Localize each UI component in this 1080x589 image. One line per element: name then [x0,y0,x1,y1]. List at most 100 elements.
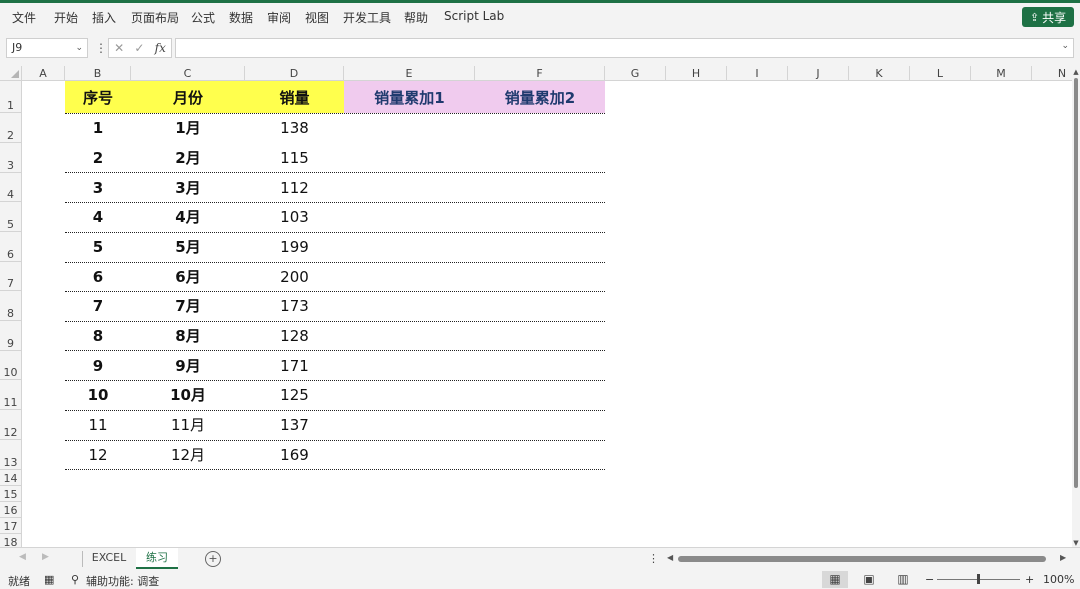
cell-seq[interactable]: 4 [65,202,131,231]
cell-sales[interactable]: 200 [245,262,344,291]
vertical-scrollbar[interactable]: ▲ ▼ [1072,66,1080,547]
row-header[interactable]: 12 [0,410,22,440]
zoom-in-button[interactable]: + [1025,573,1034,586]
cell-month[interactable]: 1月 [131,113,245,142]
cell-sales[interactable]: 173 [245,291,344,320]
column-header-n[interactable]: N [1032,66,1072,81]
menu-insert[interactable]: 插入 [92,9,116,26]
column-header-j[interactable]: J [788,66,849,81]
row-header[interactable]: 8 [0,291,22,321]
zoom-level[interactable]: 100% [1043,573,1074,586]
prev-sheet-icon[interactable]: ◀ [19,552,26,562]
menu-review[interactable]: 审阅 [267,9,291,26]
row-header[interactable]: 9 [0,321,22,351]
normal-view-icon[interactable]: ▦ [822,571,848,588]
cell-month[interactable]: 5月 [131,232,245,261]
horizontal-scroll-thumb[interactable] [678,556,1046,562]
column-header-h[interactable]: H [666,66,727,81]
scroll-right-icon[interactable]: ▶ [1060,553,1066,562]
cell-sales[interactable]: 169 [245,440,344,469]
add-sheet-icon[interactable]: + [205,551,221,567]
row-header[interactable]: 14 [0,470,22,486]
cell-sales[interactable]: 199 [245,232,344,261]
row-header[interactable]: 6 [0,232,22,262]
share-button[interactable]: ⇪ 共享 [1022,7,1074,27]
row-header[interactable]: 15 [0,486,22,502]
column-header-i[interactable]: I [727,66,788,81]
menu-developer[interactable]: 开发工具 [343,9,391,26]
cell-sales[interactable]: 112 [245,173,344,202]
column-header-a[interactable]: A [22,66,65,81]
cell-sales[interactable]: 115 [245,143,344,172]
column-header-k[interactable]: K [849,66,910,81]
row-header[interactable]: 1 [0,81,22,113]
cell-sales[interactable]: 125 [245,380,344,409]
confirm-icon[interactable]: ✓ [134,41,144,55]
cell-month[interactable]: 3月 [131,173,245,202]
next-sheet-icon[interactable]: ▶ [42,552,49,562]
column-header-f[interactable]: F [475,66,605,81]
row-header[interactable]: 16 [0,502,22,518]
more-options-icon[interactable]: ⋮ [95,41,107,55]
cell-seq[interactable]: 10 [65,380,131,409]
row-header[interactable]: 18 [0,534,22,547]
row-header[interactable]: 10 [0,351,22,380]
column-header-g[interactable]: G [605,66,666,81]
more-options-icon[interactable]: ⋮ [648,552,659,565]
menu-home[interactable]: 开始 [54,9,78,26]
column-header-m[interactable]: M [971,66,1032,81]
row-header[interactable]: 2 [0,113,22,143]
row-header[interactable]: 11 [0,380,22,410]
formula-input[interactable]: ⌄ [175,38,1074,58]
cell-seq[interactable]: 8 [65,321,131,350]
cell-seq[interactable]: 12 [65,440,131,469]
row-header[interactable]: 3 [0,143,22,173]
vertical-scroll-thumb[interactable] [1074,78,1078,488]
menu-script-lab[interactable]: Script Lab [444,9,504,23]
cell-sales[interactable]: 138 [245,113,344,142]
column-header-e[interactable]: E [344,66,475,81]
header-cell-seq[interactable]: 序号 [65,81,131,113]
cell-seq[interactable]: 3 [65,173,131,202]
cell-month[interactable]: 10月 [131,380,245,409]
row-header[interactable]: 17 [0,518,22,534]
cell-seq[interactable]: 9 [65,351,131,380]
cell-month[interactable]: 7月 [131,291,245,320]
menu-file[interactable]: 文件 [12,9,36,26]
cell-sales[interactable]: 128 [245,321,344,350]
page-break-view-icon[interactable]: ▥ [890,571,916,588]
row-header[interactable]: 4 [0,173,22,202]
header-cell-month[interactable]: 月份 [131,81,245,113]
column-header-b[interactable]: B [65,66,131,81]
column-header-c[interactable]: C [131,66,245,81]
column-header-d[interactable]: D [245,66,344,81]
column-header-l[interactable]: L [910,66,971,81]
name-box[interactable]: J9 ⌄ [6,38,88,58]
cell-month[interactable]: 8月 [131,321,245,350]
insert-function-icon[interactable]: fx [155,41,166,55]
row-header[interactable]: 13 [0,440,22,470]
chevron-down-icon[interactable]: ⌄ [75,39,83,57]
menu-page-layout[interactable]: 页面布局 [131,9,179,26]
scroll-left-icon[interactable]: ◀ [667,553,673,562]
header-cell-sales[interactable]: 销量 [245,81,344,113]
worksheet-grid[interactable]: A B C D E F G H I J K L M N 1 2 3 4 5 6 … [0,66,1072,547]
cell-seq[interactable]: 2 [65,143,131,172]
menu-view[interactable]: 视图 [305,9,329,26]
cell-seq[interactable]: 5 [65,232,131,261]
cell-month[interactable]: 9月 [131,351,245,380]
expand-formula-icon[interactable]: ⌄ [1061,41,1069,51]
select-all-corner[interactable] [0,66,22,81]
scroll-down-icon[interactable]: ▼ [1072,539,1080,547]
cell-month[interactable]: 4月 [131,202,245,231]
cell-sales[interactable]: 137 [245,410,344,439]
menu-help[interactable]: 帮助 [404,9,428,26]
tab-excel[interactable]: EXCEL [84,548,134,569]
cell-sales[interactable]: 171 [245,351,344,380]
cell-seq[interactable]: 7 [65,291,131,320]
cell-seq[interactable]: 1 [65,113,131,142]
row-header[interactable]: 5 [0,202,22,232]
cell-sales[interactable]: 103 [245,202,344,231]
cell-seq[interactable]: 6 [65,262,131,291]
cell-month[interactable]: 6月 [131,262,245,291]
